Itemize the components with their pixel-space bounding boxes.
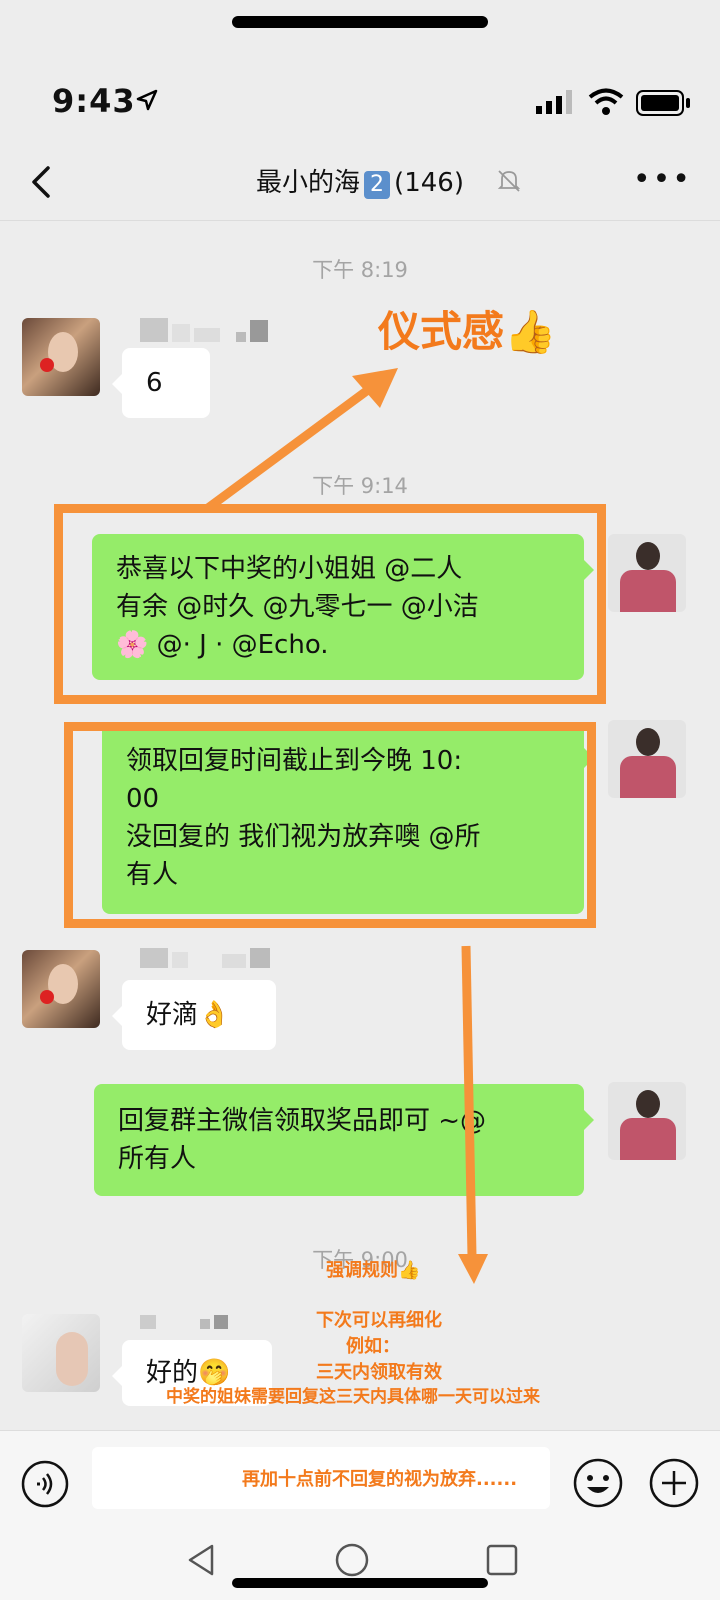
system-nav-bar <box>0 1528 720 1600</box>
nav-recents-icon[interactable] <box>484 1542 520 1578</box>
home-indicator <box>232 1578 488 1588</box>
emoji-icon[interactable] <box>572 1457 624 1509</box>
arrow-line <box>461 945 477 1257</box>
annotation-ritual: 仪式感👍 <box>378 307 557 356</box>
annotation-note: 再加十点前不回复的视为放弃...... <box>242 1469 518 1490</box>
annotation-note: 中奖的姐妹需要回复这三天内具体哪一天可以过来 <box>166 1387 540 1407</box>
annotation-emphasize: 强调规则👍 <box>326 1260 421 1281</box>
nav-back-icon[interactable] <box>184 1542 220 1578</box>
nav-home-icon[interactable] <box>334 1542 370 1578</box>
arrow-head <box>458 1254 488 1284</box>
annotation-note: 三天内领取有效 <box>316 1362 442 1383</box>
annotation-note: 下次可以再细化 <box>316 1310 442 1331</box>
annotation-note: 例如： <box>346 1336 400 1357</box>
arrow-line <box>205 380 379 512</box>
input-bar: 再加十点前不回复的视为放弃...... <box>0 1430 720 1529</box>
voice-icon[interactable] <box>20 1459 70 1509</box>
plus-icon[interactable] <box>648 1457 700 1509</box>
